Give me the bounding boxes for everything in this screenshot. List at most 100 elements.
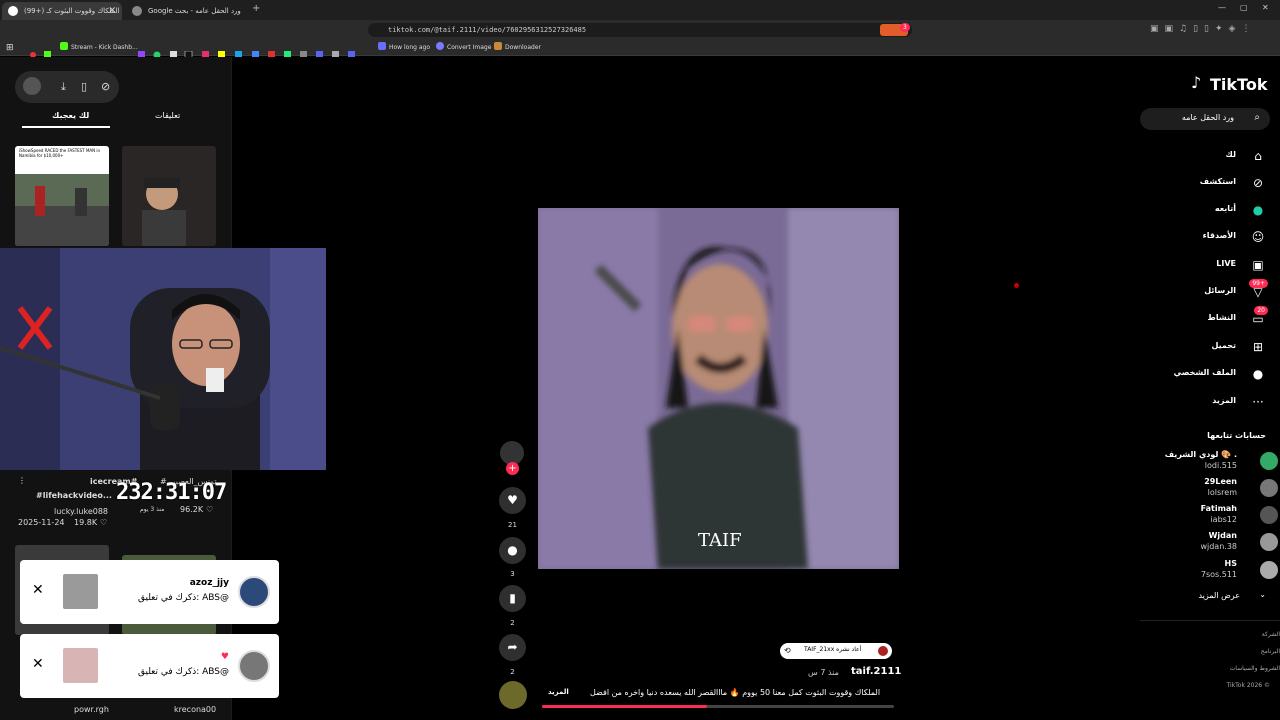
sidebar-item-profile[interactable]: الملف الشخصي ● [1174,365,1280,383]
tiktok-logo[interactable]: TikTok [1210,75,1267,94]
video-author[interactable]: lucky.luke088 [54,507,108,516]
sidebar-item-compass[interactable]: استكشف ⊘ [1180,174,1280,192]
sidebar-item-activity[interactable]: النشاط ▭ 20 [1180,306,1280,328]
sidebar-item-label: الرسائل [1204,286,1236,295]
video-author[interactable]: powr.rgh [74,705,109,714]
bookmark-how-long-ago[interactable]: How long ago [378,42,430,54]
video-likes: 19.8K [74,518,98,527]
sidebar-item-label: LIVE [1216,259,1236,268]
video-hashtag[interactable]: #lifehackvideo... [36,491,112,500]
post-age: منذ 7 س [808,668,839,677]
phone-icon[interactable]: ▯ [81,80,87,93]
apps-grid-icon[interactable]: ⊞ [6,42,14,54]
notification-avatar [238,576,270,608]
url-field[interactable]: tiktok.com/@taif.2111/video/760295631252… [368,23,912,37]
following-account[interactable]: 29Leen lolsrem [1160,477,1280,499]
repost-icon: ⟲ [784,646,791,655]
sidebar-item-messages[interactable]: الرسائل ▽ 99+ [1180,279,1280,301]
save-button[interactable]: ▮ [499,585,526,612]
toolbar-icons[interactable]: ▣▣♫▯▯✦◈⋮ [1150,24,1270,36]
follow-plus-icon[interactable]: + [506,462,519,475]
bookmark-convert-image[interactable]: Convert Image [436,42,491,54]
repost-pill[interactable]: ⟲ TAIF_21xx أعاد نشره [780,643,892,659]
sidebar-item-friends[interactable]: الأصدقاء ☺ [1180,228,1280,246]
profile-icon: ● [1252,367,1264,381]
sidebar-item-label: الأصدقاء [1202,231,1236,240]
video-thumbnail[interactable]: iShowSpeed RACED the FASTEST MAN in Nami… [15,146,109,246]
bookmark-label: Convert Image [447,44,492,51]
mention-notification[interactable]: ✕ ♥ ذكرك في تعليق: ABS@ [20,634,279,698]
footer-program[interactable]: البرنامج [1261,648,1280,655]
bookmark-favicons[interactable] [30,44,370,60]
bookmark-label: How long ago [389,44,431,51]
more-dots-icon[interactable]: ⋮ [18,476,26,485]
avatar [1260,479,1278,497]
home-icon: ⌂ [1254,149,1262,163]
like-button[interactable]: ♥ [499,487,526,514]
following-account[interactable]: لودي الشريف 🎨 . lodi.515 [1160,450,1280,472]
account-name: Fatimah [1200,504,1237,513]
upload-icon: ⊞ [1252,340,1264,354]
tab-google[interactable]: Google ورد الحقل عامه - بحث [126,2,246,20]
caption-more-link[interactable]: المزيد [548,688,569,696]
tab-active[interactable]: (99+) الملكاك وقووت البثوت كـ ✕ [2,2,122,20]
cursor-dot [1014,283,1019,288]
sidebar-item-upload[interactable]: تحميل ⊞ [1180,338,1280,356]
bookmark-downloader[interactable]: Downloader [494,42,541,54]
sidebar-item-home[interactable]: لك ⌂ [1180,147,1280,165]
search-icon[interactable]: ⌕ [1254,112,1260,123]
video-thumbnail[interactable] [122,146,216,246]
search-input[interactable]: ورد الحقل عامه ⌕ [1140,108,1270,130]
sidebar-item-label: المزيد [1212,396,1236,405]
close-window-button[interactable]: ✕ [1262,3,1269,12]
following-account[interactable]: Fatimah iabs12 [1160,504,1280,526]
see-more-link[interactable]: عرض المزيد [1198,591,1240,600]
close-tab-icon[interactable]: ✕ [108,2,116,20]
video-likes: 96.2K [180,505,204,514]
url-text: tiktok.com/@taif.2111/video/760295631252… [388,26,587,34]
avatar[interactable] [23,77,41,95]
sidebar-item-label: لك [1225,150,1236,159]
sidebar-item-live[interactable]: LIVE ▣ [1180,256,1280,274]
mention-notification[interactable]: ✕ azoz_jjy ذكرك في تعليق: ABS@ [20,560,279,624]
close-icon[interactable]: ✕ [32,656,44,672]
share-icon: ➦ [507,640,518,654]
following-account[interactable]: HS 7sos.511 [1160,559,1280,581]
download-icon[interactable]: ⤓ [61,80,66,94]
footer-company[interactable]: الشركة [1262,631,1280,638]
chevron-down-icon[interactable]: ⌄ [1259,590,1266,599]
sidebar-item-label: الملف الشخصي [1173,368,1236,377]
share-button[interactable]: ➦ [499,634,526,661]
heart-outline-icon: ♡ [206,505,214,514]
close-icon[interactable]: ✕ [32,582,44,598]
account-name: HS [1224,559,1237,568]
author-name[interactable]: taif.2111 [851,666,901,677]
sidebar-item-following[interactable]: أتابعه ● [1180,201,1280,219]
music-disc-icon[interactable] [499,681,527,709]
notification-badge: 20 [1254,306,1268,315]
account-name: Wjdan [1208,531,1237,540]
following-account[interactable]: Wjdan wjdan.38 [1160,531,1280,553]
tab-liked[interactable]: لك يعجبك [52,111,89,120]
following-icon: ● [1252,203,1264,217]
video-author[interactable]: krecona00 [174,705,216,714]
sidebar-item-label: استكشف [1199,177,1236,186]
maximize-button[interactable]: ▢ [1240,3,1248,12]
reposter-avatar [878,646,888,656]
notification-text: ذكرك في تعليق: ABS@ [137,593,229,603]
new-tab-button[interactable]: + [252,3,260,14]
minimize-button[interactable]: — [1218,3,1226,12]
comment-button[interactable]: ● [499,537,526,564]
action-pill: ⤓ ▯ ⊘ [15,71,119,103]
progress-track[interactable] [542,705,894,708]
sidebar-item-label: النشاط [1207,313,1236,322]
video-player[interactable]: TAIF [538,208,899,569]
compass-small-icon[interactable]: ⊘ [101,80,110,93]
notification-badge: 99+ [1249,279,1268,288]
footer-terms[interactable]: الشروط والسياسات [1230,665,1280,672]
tab-comments[interactable]: تعليقات [155,111,180,120]
account-username: wjdan.38 [1200,542,1237,551]
avatar [1260,533,1278,551]
sidebar-item-more[interactable]: المزيد ··· [1180,393,1280,411]
video-caption: الملكاك وقووت البثوت كمل معنا 50 يووم 🔥 … [590,688,881,697]
